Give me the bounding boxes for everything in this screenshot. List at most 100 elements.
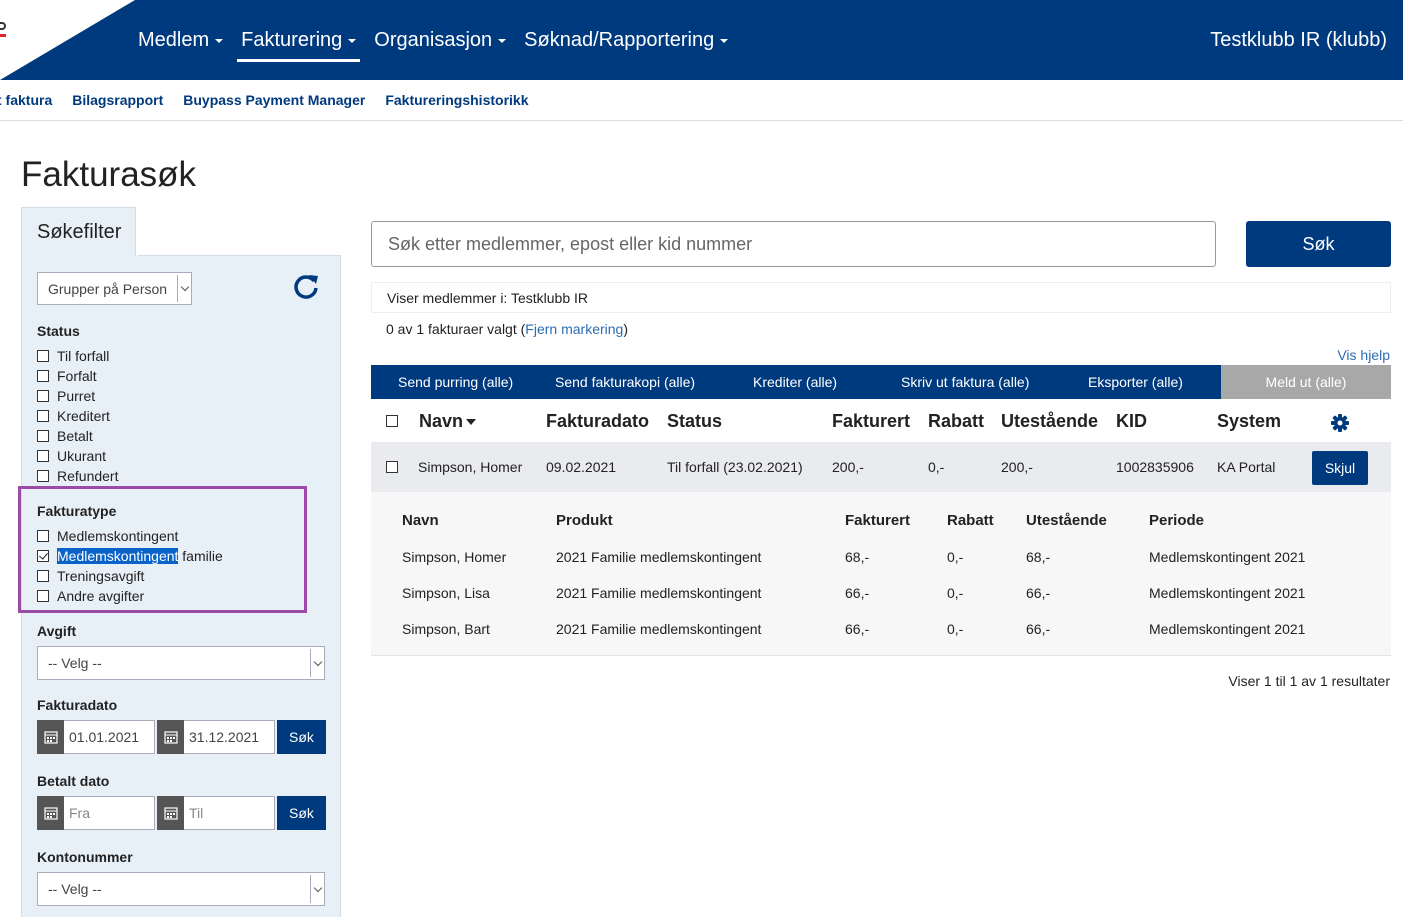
chevron-down-icon [310, 649, 324, 677]
page-title: Fakturasøk [21, 155, 197, 194]
col-fakturert[interactable]: Fakturert [832, 411, 910, 432]
gear-icon[interactable] [1331, 414, 1349, 432]
avgift-label: Avgift [37, 623, 77, 639]
refresh-icon[interactable] [292, 272, 320, 300]
detail-col-rabatt: Rabatt [947, 512, 994, 529]
status-kreditert[interactable]: Kreditert [37, 406, 110, 426]
detail-col-navn: Navn [402, 512, 439, 529]
col-fakturadato[interactable]: Fakturadato [546, 411, 649, 432]
detail-col-utestaende: Utestående [1026, 512, 1107, 529]
club-name[interactable]: Testklubb IR (klubb) [1210, 0, 1387, 80]
status-refundert[interactable]: Refundert [37, 466, 118, 486]
search-button[interactable]: Søk [1246, 221, 1391, 267]
detail-cell: 68,- [1026, 549, 1051, 565]
sort-desc-icon [466, 419, 477, 425]
table-row[interactable]: Simpson, Homer 09.02.2021 Til forfall (2… [371, 442, 1391, 492]
betalt-dato-label: Betalt dato [37, 773, 110, 789]
chevron-down-icon [310, 875, 324, 903]
calendar-icon[interactable] [37, 720, 64, 754]
skriv-ut-faktura-button[interactable]: Skriv ut faktura (alle) [901, 374, 1029, 390]
help-link[interactable]: Vis hjelp [1337, 347, 1390, 363]
detail-col-fakturert: Fakturert [845, 512, 911, 529]
meld-ut-button[interactable]: Meld ut (alle) [1221, 365, 1391, 399]
checkbox[interactable] [37, 450, 49, 462]
betalt-from[interactable]: Fra [37, 796, 155, 830]
fakturadato-label: Fakturadato [37, 697, 118, 713]
bulk-action-bar: Send purring (alle) Send fakturakopi (al… [371, 365, 1391, 399]
send-fakturakopi-button[interactable]: Send fakturakopi (alle) [555, 374, 695, 390]
subnav-buypass[interactable]: Buypass Payment Manager [183, 92, 365, 108]
status-ukurant[interactable]: Ukurant [37, 446, 106, 466]
col-status[interactable]: Status [667, 411, 722, 432]
status-til-forfall[interactable]: Til forfall [37, 346, 109, 366]
date-from-input[interactable]: 01.01.2021 [64, 720, 155, 754]
checkbox[interactable] [37, 430, 49, 442]
invoice-detail-table: Navn Produkt Fakturert Rabatt Utestående… [371, 492, 1391, 656]
detail-cell: Simpson, Homer [402, 549, 507, 565]
nav-soknad-rapportering[interactable]: Søknad/Rapportering [524, 0, 729, 80]
detail-cell: 0,- [947, 549, 964, 565]
table-header: Navn Fakturadato Status Fakturert Rabatt… [371, 399, 1391, 442]
group-select[interactable]: Grupper på Person [37, 272, 192, 305]
detail-cell: 66,- [1026, 585, 1051, 601]
calendar-icon[interactable] [157, 796, 184, 830]
fakturadato-from[interactable]: 01.01.2021 [37, 720, 155, 754]
betalt-to[interactable]: Til [157, 796, 275, 830]
subnav-faktureringshistorikk[interactable]: Faktureringshistorikk [385, 92, 528, 108]
tab-sokefilter[interactable]: Søkefilter [21, 207, 136, 257]
detail-cell: 2021 Familie medlemskontingent [556, 621, 762, 637]
detail-cell: 66,- [845, 621, 870, 637]
detail-col-periode: Periode [1149, 512, 1205, 529]
avgift-select[interactable]: -- Velg -- [37, 646, 325, 680]
calendar-icon[interactable] [157, 720, 184, 754]
checkbox[interactable] [37, 470, 49, 482]
krediter-button[interactable]: Krediter (alle) [753, 374, 837, 390]
betalt-search-button[interactable]: Søk [277, 796, 326, 830]
nav-organisasjon[interactable]: Organisasjon [374, 0, 507, 80]
sub-nav: t faktura Bilagsrapport Buypass Payment … [0, 80, 1403, 121]
status-label: Status [37, 323, 80, 339]
detail-cell: 68,- [845, 549, 870, 565]
hide-details-button[interactable]: Skjul [1312, 451, 1368, 485]
col-kid[interactable]: KID [1116, 411, 1147, 432]
send-purring-button[interactable]: Send purring (alle) [398, 374, 513, 390]
date-to-input[interactable]: 31.12.2021 [184, 720, 275, 754]
nav-medlem[interactable]: Medlem [138, 0, 224, 80]
checkbox[interactable] [37, 350, 49, 362]
status-purret[interactable]: Purret [37, 386, 95, 406]
clear-selection-link[interactable]: Fjern markering [525, 321, 623, 337]
col-system[interactable]: System [1217, 411, 1281, 432]
checkbox[interactable] [37, 370, 49, 382]
caret-down-icon [215, 39, 224, 43]
betalt-to-input[interactable]: Til [184, 796, 275, 830]
caret-down-icon [498, 39, 507, 43]
subnav-faktura[interactable]: t faktura [0, 92, 52, 108]
detail-cell: Simpson, Bart [402, 621, 490, 637]
nav-fakturering[interactable]: Fakturering [237, 0, 361, 80]
cell-fakturert: 200,- [832, 459, 864, 475]
main-nav: Medlem Fakturering Organisasjon Søknad/R… [138, 0, 746, 80]
fakturadato-to[interactable]: 31.12.2021 [157, 720, 275, 754]
status-forfalt[interactable]: Forfalt [37, 366, 97, 386]
row-checkbox[interactable] [386, 461, 398, 473]
betalt-from-input[interactable]: Fra [64, 796, 155, 830]
subnav-bilagsrapport[interactable]: Bilagsrapport [72, 92, 163, 108]
calendar-icon[interactable] [37, 796, 64, 830]
chevron-down-icon [177, 275, 191, 302]
select-all-checkbox[interactable] [386, 415, 398, 427]
caret-down-icon [720, 39, 729, 43]
col-rabatt[interactable]: Rabatt [928, 411, 984, 432]
logo[interactable] [0, 22, 6, 38]
col-utestaende[interactable]: Utestående [1001, 411, 1098, 432]
search-input[interactable]: Søk etter medlemmer, epost eller kid num… [371, 221, 1216, 267]
detail-cell: 0,- [947, 621, 964, 637]
kontonummer-select[interactable]: -- Velg -- [37, 872, 325, 906]
status-betalt[interactable]: Betalt [37, 426, 93, 446]
detail-cell: Medlemskontingent 2021 [1149, 621, 1306, 637]
cell-rabatt: 0,- [928, 459, 945, 475]
col-navn[interactable]: Navn [419, 411, 477, 432]
fakturadato-search-button[interactable]: Søk [277, 720, 326, 754]
eksporter-button[interactable]: Eksporter (alle) [1088, 374, 1183, 390]
checkbox[interactable] [37, 390, 49, 402]
checkbox[interactable] [37, 410, 49, 422]
